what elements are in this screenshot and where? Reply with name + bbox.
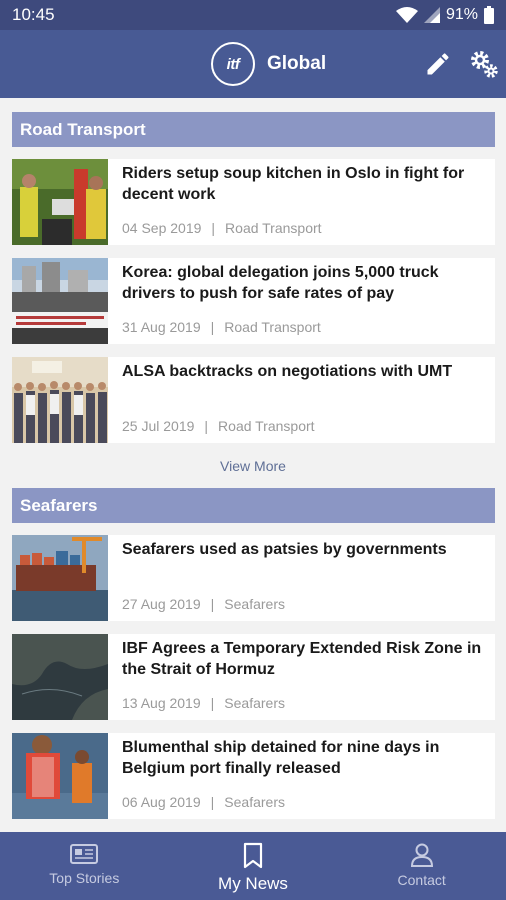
section-title: Road Transport (20, 119, 146, 139)
meta-separator: | (210, 794, 215, 810)
article-thumbnail (12, 733, 108, 819)
article-meta: 31 Aug 2019 | Road Transport (122, 319, 321, 335)
status-bar: 10:45 91% (0, 0, 506, 30)
view-more-link[interactable]: View More (0, 458, 506, 474)
section-title: Seafarers (20, 495, 98, 515)
meta-separator: | (211, 220, 216, 236)
newspaper-icon (70, 844, 99, 864)
battery-percent: 91% (445, 6, 478, 23)
article-card[interactable]: Seafarers used as patsies by governments… (12, 535, 495, 621)
article-meta: 06 Aug 2019 | Seafarers (122, 794, 285, 810)
nav-label: Contact (397, 872, 446, 888)
section-header-seafarers: Seafarers (12, 488, 495, 523)
article-title[interactable]: Seafarers used as patsies by governments (122, 539, 482, 560)
article-date: 25 Jul 2019 (122, 418, 195, 434)
meta-separator: | (210, 319, 215, 335)
article-category[interactable]: Road Transport (225, 220, 322, 236)
article-thumbnail (12, 258, 108, 344)
article-card[interactable]: Korea: global delegation joins 5,000 tru… (12, 258, 495, 344)
nav-my-news[interactable]: My News (169, 832, 338, 900)
nav-contact[interactable]: Contact (337, 832, 506, 900)
bookmark-icon (243, 842, 263, 869)
nav-label: My News (218, 874, 288, 893)
article-date: 13 Aug 2019 (122, 695, 201, 711)
article-date: 06 Aug 2019 (122, 794, 201, 810)
bottom-nav: Top Stories My News Contact (0, 832, 506, 900)
article-thumbnail (12, 634, 108, 720)
meta-separator: | (204, 418, 209, 434)
news-feed[interactable]: Road Transport Riders setup soup kitchen… (0, 98, 506, 832)
article-category[interactable]: Road Transport (224, 319, 321, 335)
article-thumbnail (12, 357, 108, 443)
logo-text: itf (226, 55, 240, 73)
article-category[interactable]: Seafarers (224, 695, 285, 711)
article-card[interactable]: IBF Agrees a Temporary Extended Risk Zon… (12, 634, 495, 720)
article-category[interactable]: Road Transport (218, 418, 315, 434)
article-title[interactable]: IBF Agrees a Temporary Extended Risk Zon… (122, 638, 482, 680)
status-time: 10:45 (12, 5, 55, 24)
article-meta: 25 Jul 2019 | Road Transport (122, 418, 315, 434)
article-meta: 13 Aug 2019 | Seafarers (122, 695, 285, 711)
edit-button[interactable] (424, 50, 452, 78)
gears-icon (471, 51, 498, 78)
nav-label: Top Stories (49, 870, 120, 886)
signal-icon (423, 7, 440, 23)
section-header-road-transport: Road Transport (12, 112, 495, 147)
article-meta: 04 Sep 2019 | Road Transport (122, 220, 322, 236)
article-title[interactable]: Korea: global delegation joins 5,000 tru… (122, 262, 482, 304)
brand: itf Global (211, 42, 326, 86)
article-card[interactable]: Blumenthal ship detained for nine days i… (12, 733, 495, 819)
page-title: Global (267, 53, 327, 74)
article-title[interactable]: ALSA backtracks on negotiations with UMT (122, 361, 482, 382)
person-icon (410, 843, 433, 867)
article-date: 27 Aug 2019 (122, 596, 201, 612)
wifi-icon (395, 7, 418, 23)
article-card[interactable]: Riders setup soup kitchen in Oslo in fig… (12, 159, 495, 245)
settings-button[interactable] (468, 48, 500, 80)
battery-icon (484, 6, 494, 24)
article-date: 04 Sep 2019 (122, 220, 202, 236)
app-bar: itf Global (0, 30, 506, 98)
meta-separator: | (210, 596, 215, 612)
article-card[interactable]: ALSA backtracks on negotiations with UMT… (12, 357, 495, 443)
itf-logo: itf (211, 42, 255, 86)
article-title[interactable]: Riders setup soup kitchen in Oslo in fig… (122, 163, 482, 205)
pencil-icon (427, 53, 449, 75)
article-category[interactable]: Seafarers (224, 794, 285, 810)
article-thumbnail (12, 159, 108, 245)
article-date: 31 Aug 2019 (122, 319, 201, 335)
meta-separator: | (210, 695, 215, 711)
article-thumbnail (12, 535, 108, 621)
article-title[interactable]: Blumenthal ship detained for nine days i… (122, 737, 482, 779)
nav-top-stories[interactable]: Top Stories (0, 832, 169, 900)
article-category[interactable]: Seafarers (224, 596, 285, 612)
article-meta: 27 Aug 2019 | Seafarers (122, 596, 285, 612)
